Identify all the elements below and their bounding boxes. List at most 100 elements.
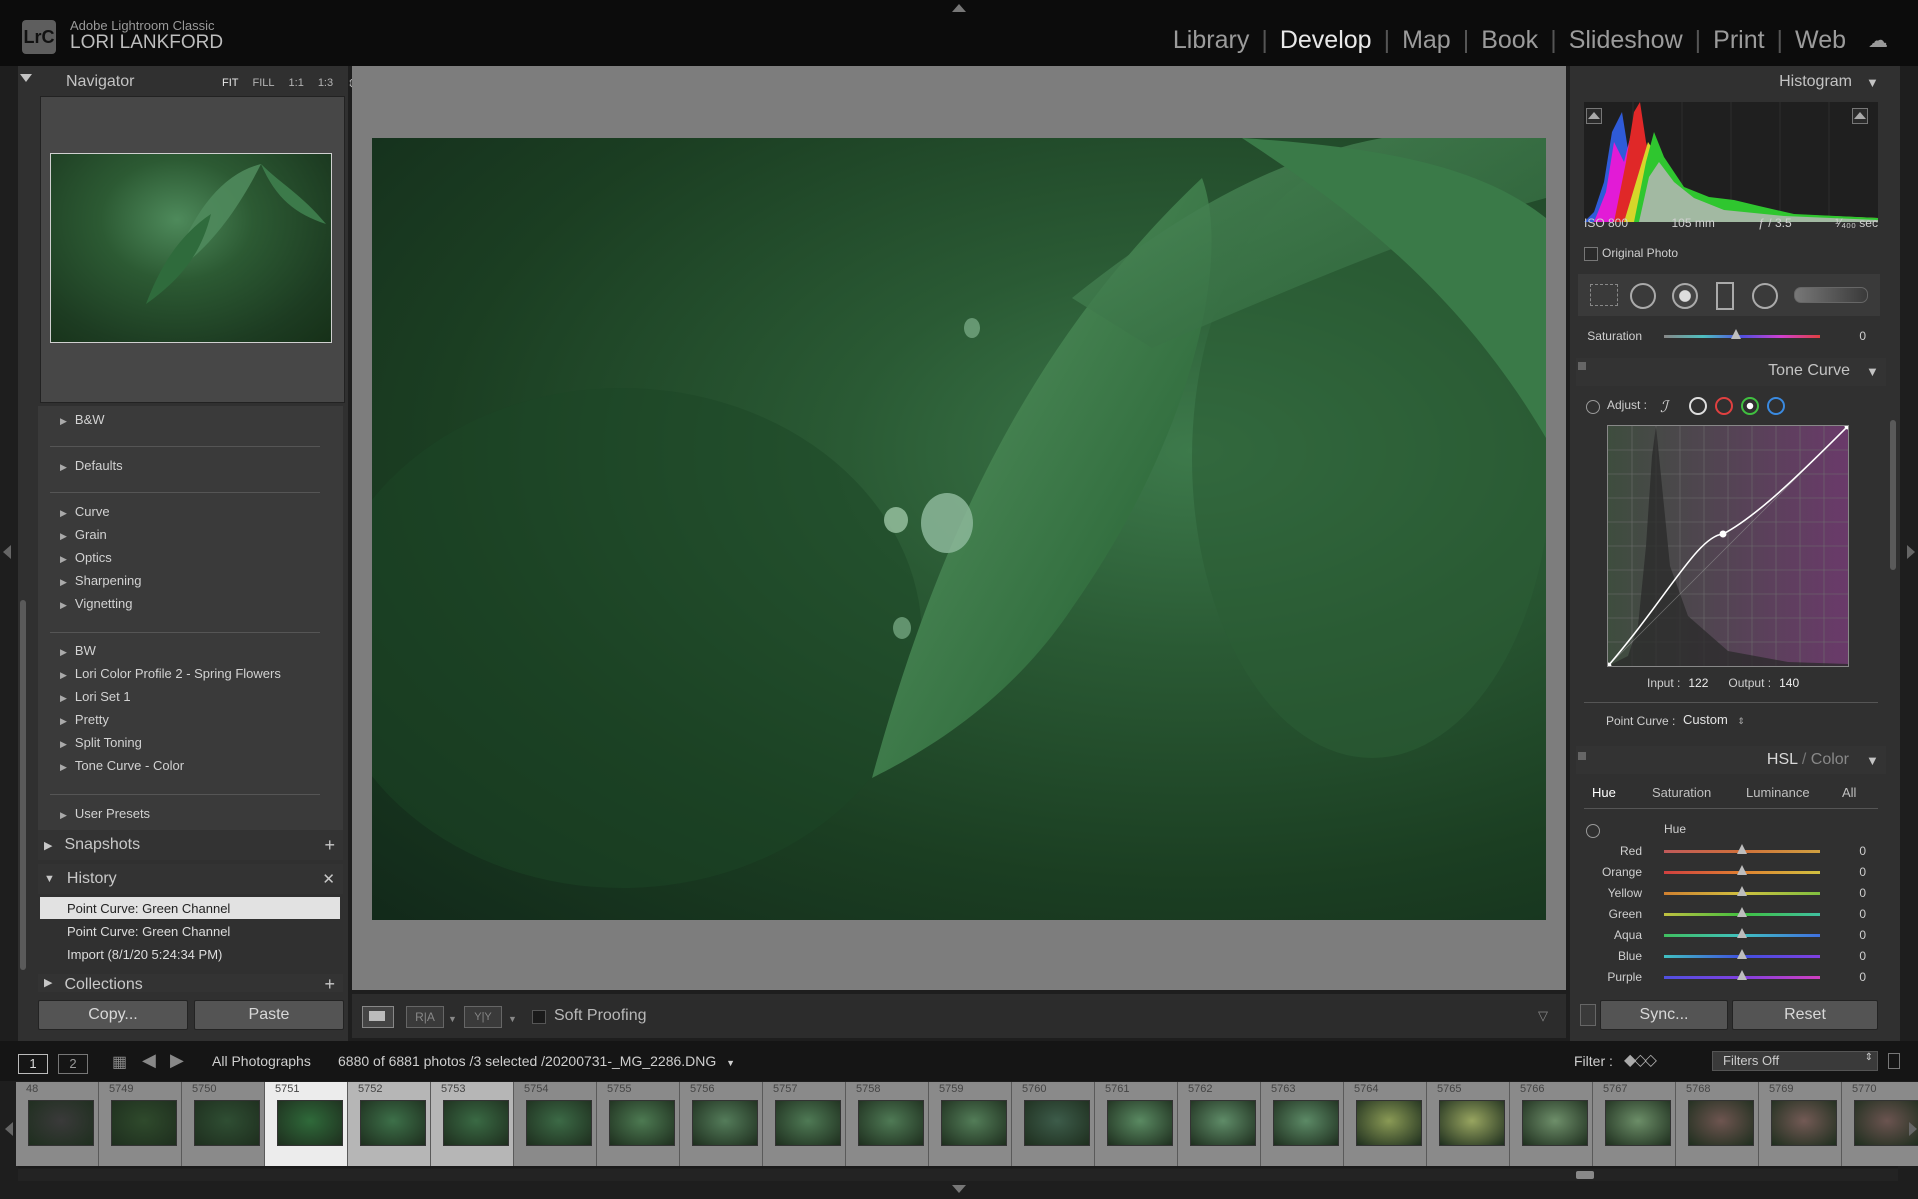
spot-removal-tool-icon[interactable]	[1630, 283, 1656, 309]
sync-button[interactable]: Sync...	[1600, 1000, 1728, 1030]
filmstrip-scroll-thumb[interactable]	[1576, 1171, 1594, 1179]
hsl-slider-thumb[interactable]	[1737, 949, 1747, 959]
collapse-filmstrip-icon[interactable]	[952, 1185, 966, 1193]
filmstrip-frame[interactable]: 5749	[99, 1082, 182, 1166]
toolbar-menu-icon[interactable]: ▽	[1538, 1008, 1548, 1024]
module-book[interactable]: Book	[1481, 26, 1538, 55]
saturation-track[interactable]	[1664, 335, 1820, 338]
navigator-thumbnail[interactable]	[50, 153, 332, 343]
swap-menu-icon[interactable]: ▼	[508, 1014, 517, 1024]
parametric-curve-icon[interactable]: ℐ	[1660, 397, 1668, 417]
filmstrip-frame[interactable]: 5758	[846, 1082, 929, 1166]
module-library[interactable]: Library	[1173, 26, 1249, 55]
hsl-slider-value[interactable]: 0	[1846, 886, 1866, 900]
module-develop[interactable]: Develop	[1280, 26, 1372, 55]
filmstrip-frame[interactable]: 5760	[1012, 1082, 1095, 1166]
hsl-slider-value[interactable]: 0	[1846, 907, 1866, 921]
tab-hue[interactable]: Hue	[1592, 785, 1616, 800]
add-snapshot-icon[interactable]: +	[324, 835, 335, 856]
saturation-slider-thumb[interactable]	[1731, 329, 1741, 339]
hsl-slider-value[interactable]: 0	[1846, 844, 1866, 858]
original-photo-checkbox[interactable]	[1584, 247, 1598, 261]
left-panel-scrollbar[interactable]	[20, 600, 26, 970]
preset-folder[interactable]: ▶ Sharpening	[60, 573, 141, 588]
preset-folder[interactable]: ▶ Lori Set 1	[60, 689, 131, 704]
filmstrip-frame[interactable]: 5765	[1427, 1082, 1510, 1166]
filmstrip-scroll-right-icon[interactable]	[1909, 1122, 1917, 1136]
preset-folder[interactable]: ▶ B&W	[60, 412, 105, 427]
filmstrip-frame[interactable]: 5761	[1095, 1082, 1178, 1166]
shadow-clipping-toggle[interactable]	[1586, 108, 1602, 124]
tab-luminance[interactable]: Luminance	[1746, 785, 1810, 800]
crop-overlay-tool-icon[interactable]	[1590, 284, 1618, 306]
filmstrip-scroll-left-icon[interactable]	[5, 1122, 13, 1136]
point-curve-rgb-icon[interactable]	[1689, 397, 1707, 415]
point-curve-blue-icon[interactable]	[1767, 397, 1785, 415]
hsl-slider-thumb[interactable]	[1737, 907, 1747, 917]
tab-saturation[interactable]: Saturation	[1652, 785, 1711, 800]
filmstrip-frame[interactable]: 5752	[348, 1082, 431, 1166]
filmstrip-frame[interactable]: 5753	[431, 1082, 514, 1166]
primary-window-button[interactable]: 1	[18, 1054, 48, 1074]
filmstrip-frame[interactable]: 5766	[1510, 1082, 1593, 1166]
point-curve-red-icon[interactable]	[1715, 397, 1733, 415]
preset-folder[interactable]: ▶ User Presets	[60, 806, 150, 821]
filmstrip-frame[interactable]: 5755	[597, 1082, 680, 1166]
collapse-top-panel-icon[interactable]	[952, 4, 966, 12]
highlight-clipping-toggle[interactable]	[1852, 108, 1868, 124]
filter-preset-select[interactable]: Filters Off ⇕	[1712, 1051, 1878, 1071]
module-print[interactable]: Print	[1713, 26, 1764, 55]
filter-lock-icon[interactable]	[1888, 1053, 1900, 1069]
adjustment-brush-tool-icon[interactable]	[1794, 287, 1868, 303]
preset-folder[interactable]: ▶ BW	[60, 643, 96, 658]
filmstrip-frame[interactable]: 5770	[1842, 1082, 1918, 1166]
flag-filter-icons[interactable]: ◆◇◇	[1624, 1050, 1657, 1070]
filmstrip-frame[interactable]: 48	[16, 1082, 99, 1166]
hsl-slider-thumb[interactable]	[1737, 970, 1747, 980]
filmstrip-frame[interactable]: 5754	[514, 1082, 597, 1166]
secondary-window-button[interactable]: 2	[58, 1054, 88, 1074]
module-map[interactable]: Map	[1402, 26, 1451, 55]
preset-folder[interactable]: ▶ Vignetting	[60, 596, 133, 611]
red-eye-tool-icon[interactable]	[1672, 283, 1698, 309]
filmstrip-frame[interactable]: 5756	[680, 1082, 763, 1166]
filmstrip-frame[interactable]: 5767	[1593, 1082, 1676, 1166]
module-slideshow[interactable]: Slideshow	[1569, 26, 1683, 55]
preset-folder[interactable]: ▶ Split Toning	[60, 735, 142, 750]
hsl-slider-value[interactable]: 0	[1846, 949, 1866, 963]
hsl-slider-thumb[interactable]	[1737, 865, 1747, 875]
tone-curve-collapse-icon[interactable]: ▼	[1866, 364, 1879, 379]
grid-view-icon[interactable]: ▦	[112, 1052, 127, 1072]
filmstrip-frame[interactable]: 5763	[1261, 1082, 1344, 1166]
tone-curve-panel-toggle[interactable]	[1578, 362, 1586, 370]
graduated-filter-tool-icon[interactable]	[1716, 282, 1734, 310]
loupe-view-button[interactable]	[362, 1006, 394, 1028]
hsl-collapse-icon[interactable]: ▼	[1866, 753, 1879, 768]
point-curve-select[interactable]: Custom ⇕	[1683, 712, 1745, 727]
filmstrip-frame[interactable]: 5768	[1676, 1082, 1759, 1166]
radial-filter-tool-icon[interactable]	[1752, 283, 1778, 309]
back-arrow-icon[interactable]: ◀	[142, 1050, 156, 1071]
histogram-collapse-icon[interactable]: ▼	[1866, 75, 1879, 90]
collapse-right-panel-icon[interactable]	[1907, 545, 1915, 559]
hsl-slider-value[interactable]: 0	[1846, 928, 1866, 942]
before-after-view-button[interactable]: R|A	[406, 1006, 444, 1028]
history-item[interactable]: Point Curve: Green Channel	[40, 897, 340, 919]
right-panel-scrollbar[interactable]	[1890, 420, 1896, 570]
collections-header[interactable]: ▶ Collections +	[38, 974, 343, 992]
preset-folder[interactable]: ▶ Defaults	[60, 458, 123, 473]
filmstrip-frame[interactable]: 5750	[182, 1082, 265, 1166]
history-header[interactable]: ▼ History ✕	[38, 864, 343, 894]
snapshots-header[interactable]: ▶ Snapshots +	[38, 830, 343, 860]
hsl-title-color[interactable]: Color	[1811, 751, 1849, 768]
main-photo[interactable]	[372, 138, 1546, 920]
history-item[interactable]: Point Curve: Green Channel	[40, 920, 340, 942]
hsl-targeted-adjustment-icon[interactable]	[1586, 824, 1600, 838]
hsl-slider-value[interactable]: 0	[1846, 970, 1866, 984]
tab-all[interactable]: All	[1842, 785, 1856, 800]
zoom-1-1[interactable]: 1:1	[289, 77, 304, 90]
filmstrip-frame[interactable]: 5751	[265, 1082, 348, 1166]
hsl-slider-thumb[interactable]	[1737, 844, 1747, 854]
filmstrip-frame[interactable]: 5769	[1759, 1082, 1842, 1166]
hsl-title-hsl[interactable]: HSL	[1767, 751, 1798, 768]
